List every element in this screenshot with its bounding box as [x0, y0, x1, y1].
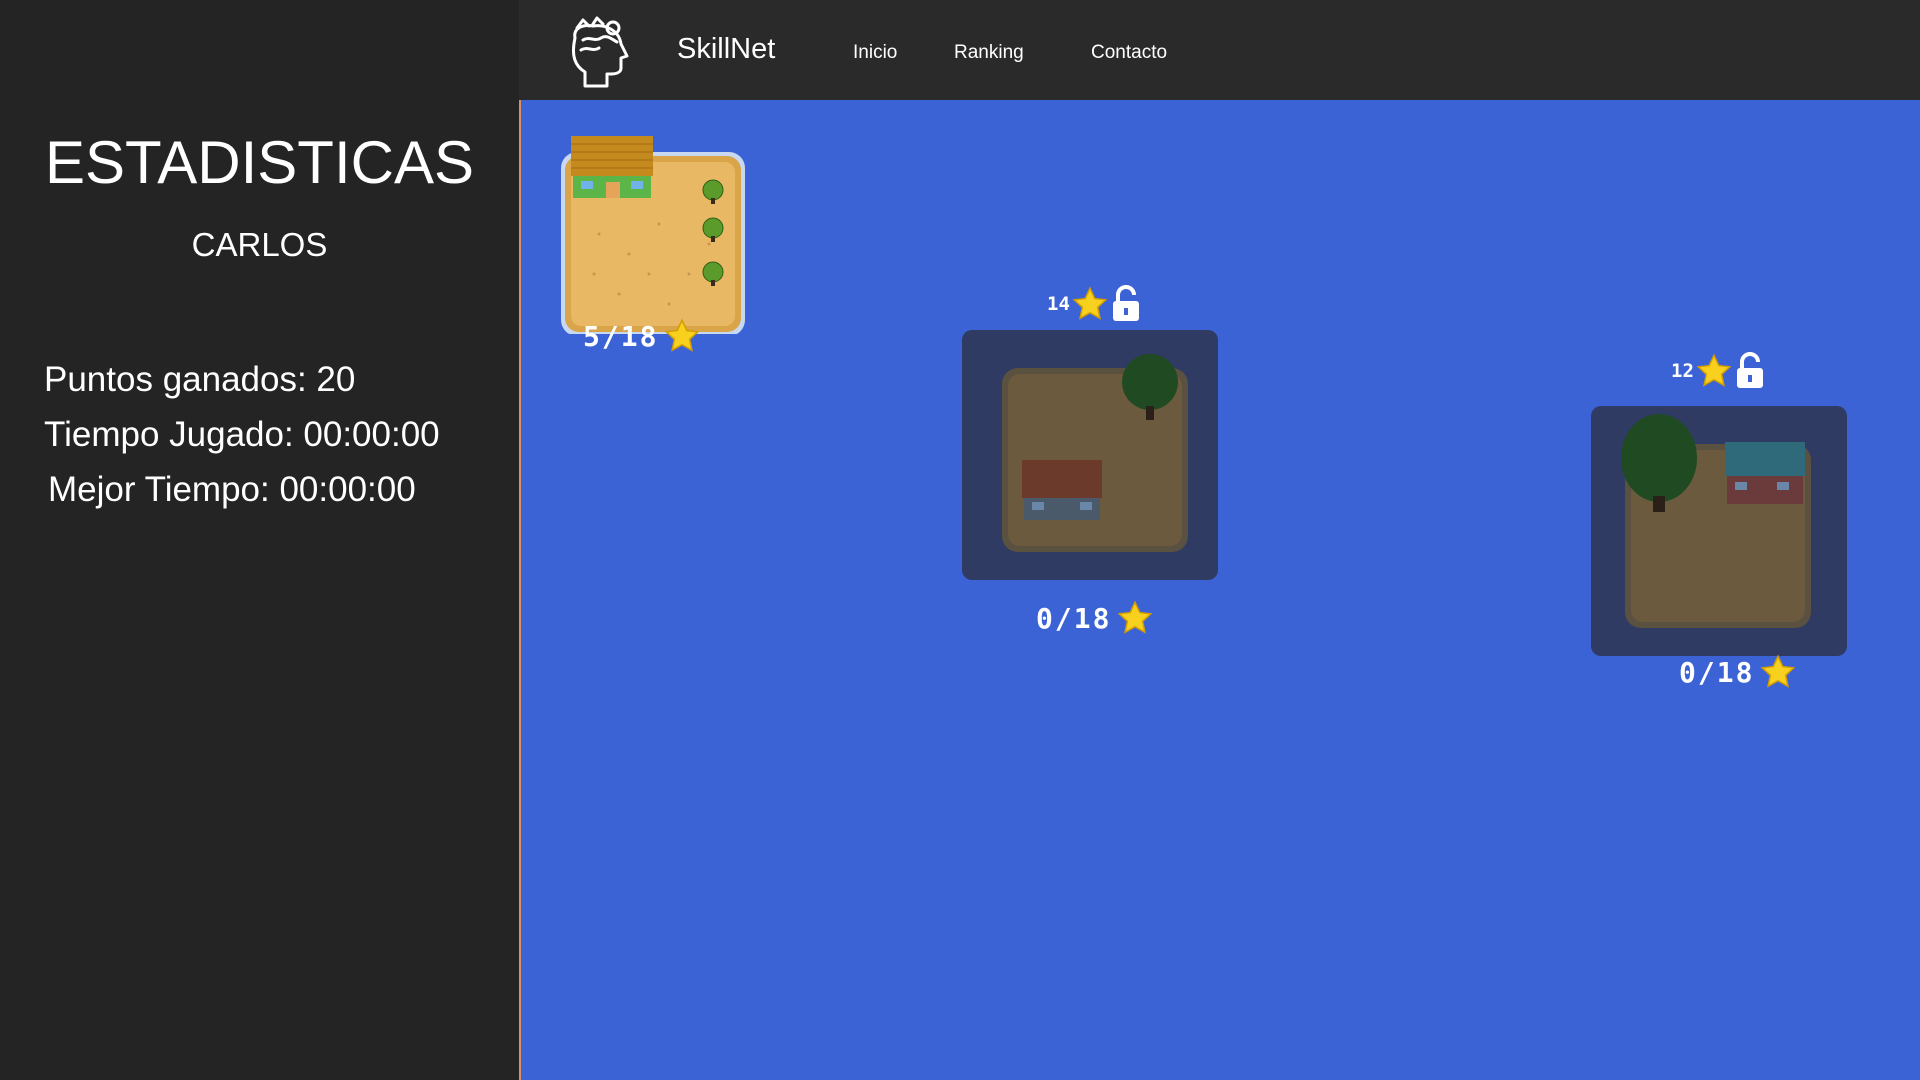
level-2-score: 0/18 [1036, 600, 1153, 636]
stat-points: Puntos ganados: 20 [44, 360, 356, 399]
star-icon [664, 318, 700, 354]
level-3-score-text: 0/18 [1679, 655, 1755, 689]
nav-contacto[interactable]: Contacto [1091, 42, 1167, 64]
star-icon [1117, 600, 1153, 636]
star-icon [1072, 286, 1108, 322]
lock-icon [1110, 285, 1142, 323]
level-2-requirement: 14 [1047, 285, 1142, 323]
level-1-score-text: 5/18 [583, 319, 659, 353]
stat-best-time: Mejor Tiempo: 00:00:00 [48, 470, 416, 509]
lock-icon [1734, 352, 1766, 390]
stats-title: ESTADISTICAS [45, 129, 474, 196]
level-3-requirement: 12 [1671, 352, 1766, 390]
level-3-tile[interactable] [1591, 406, 1847, 656]
brand-name[interactable]: SkillNet [677, 33, 775, 66]
nav-ranking[interactable]: Ranking [954, 42, 1024, 64]
level-3-score: 0/18 [1679, 654, 1796, 690]
level-2-score-text: 0/18 [1036, 601, 1112, 635]
stat-time-played: Tiempo Jugado: 00:00:00 [44, 415, 440, 454]
star-icon [1696, 353, 1732, 389]
level-2-required-stars: 14 [1047, 293, 1070, 315]
nav-inicio[interactable]: Inicio [853, 42, 897, 64]
star-icon [1760, 654, 1796, 690]
level-1-tile[interactable] [559, 134, 749, 336]
brain-head-icon[interactable] [563, 16, 635, 92]
level-1-score: 5/18 [583, 318, 700, 354]
level-2-tile[interactable] [962, 330, 1218, 580]
level-3-required-stars: 12 [1671, 360, 1694, 382]
level-map: 5/18 14 0/18 12 0/18 [519, 100, 1920, 1080]
top-navbar: SkillNet Inicio Ranking Contacto [519, 0, 1920, 100]
username: CARLOS [191, 226, 328, 263]
stats-sidebar: ESTADISTICAS CARLOS Puntos ganados: 20 T… [0, 0, 519, 1080]
